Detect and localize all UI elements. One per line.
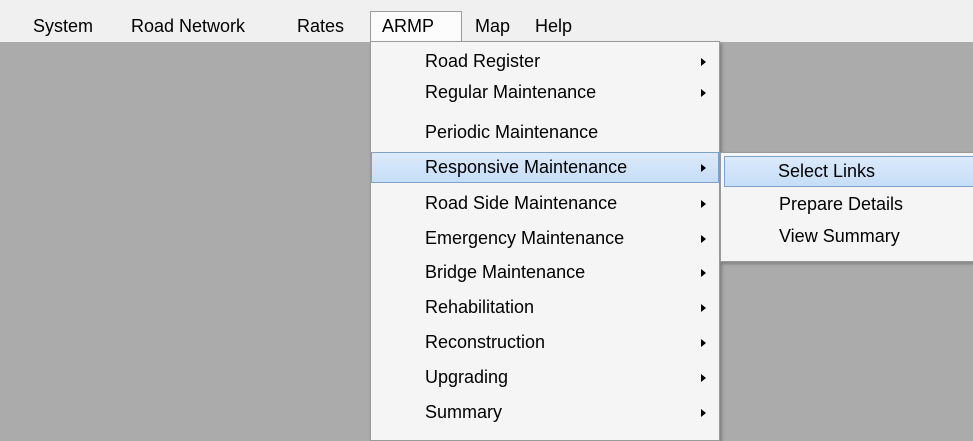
menu-item-responsive-maintenance[interactable]: Responsive Maintenance <box>371 152 719 183</box>
armp-dropdown-menu: Road Register Regular Maintenance Period… <box>370 41 720 441</box>
menu-item-periodic-maintenance[interactable]: Periodic Maintenance <box>371 117 719 148</box>
submenu-arrow-icon <box>701 58 706 66</box>
menu-item-label: Upgrading <box>425 367 509 387</box>
menu-item-label: Responsive Maintenance <box>425 157 628 177</box>
menu-item-summary[interactable]: Summary <box>371 397 719 428</box>
submenu-arrow-icon <box>701 235 706 243</box>
menu-item-label: Reconstruction <box>425 332 546 352</box>
submenu-arrow-icon <box>701 200 706 208</box>
menu-item-label: Bridge Maintenance <box>425 262 586 282</box>
menu-bar: System Road Network Rates ARMP Map Help <box>0 0 973 42</box>
menu-item-label: Regular Maintenance <box>425 82 597 102</box>
menu-armp[interactable]: ARMP <box>370 11 462 42</box>
menu-item-prepare-details[interactable]: Prepare Details <box>721 189 973 220</box>
menu-item-bridge-maintenance[interactable]: Bridge Maintenance <box>371 257 719 288</box>
menu-item-label: Road Register <box>425 51 541 71</box>
menu-item-label: Road Side Maintenance <box>425 193 618 213</box>
menu-map[interactable]: Map <box>475 12 510 40</box>
menu-help[interactable]: Help <box>535 12 572 40</box>
menu-item-select-links[interactable]: Select Links <box>724 156 973 187</box>
submenu-arrow-icon <box>701 374 706 382</box>
menu-item-regular-maintenance[interactable]: Regular Maintenance <box>371 77 719 108</box>
menu-rates[interactable]: Rates <box>297 12 344 40</box>
menu-road-network[interactable]: Road Network <box>131 12 245 40</box>
menu-item-label: Emergency Maintenance <box>425 228 625 248</box>
menu-item-label: View Summary <box>779 226 900 246</box>
menu-item-road-side-maintenance[interactable]: Road Side Maintenance <box>371 188 719 219</box>
submenu-arrow-icon <box>701 89 706 97</box>
menu-item-view-summary[interactable]: View Summary <box>721 221 973 252</box>
menu-item-label: Summary <box>425 402 503 422</box>
menu-item-label: Periodic Maintenance <box>425 122 599 142</box>
submenu-arrow-icon <box>701 339 706 347</box>
submenu-arrow-icon <box>701 409 706 417</box>
menu-item-road-register[interactable]: Road Register <box>371 46 719 77</box>
submenu-arrow-icon <box>701 269 706 277</box>
menu-item-emergency-maintenance[interactable]: Emergency Maintenance <box>371 223 719 254</box>
menu-item-label: Rehabilitation <box>425 297 535 317</box>
menu-item-reconstruction[interactable]: Reconstruction <box>371 327 719 358</box>
submenu-arrow-icon <box>701 304 706 312</box>
responsive-maintenance-submenu: Select Links Prepare Details View Summar… <box>720 152 973 262</box>
menu-item-label: Prepare Details <box>779 194 904 214</box>
menu-item-rehabilitation[interactable]: Rehabilitation <box>371 292 719 323</box>
submenu-arrow-icon <box>701 164 706 172</box>
menu-item-label: Select Links <box>778 161 876 181</box>
menu-system[interactable]: System <box>33 12 93 40</box>
menu-item-upgrading[interactable]: Upgrading <box>371 362 719 393</box>
